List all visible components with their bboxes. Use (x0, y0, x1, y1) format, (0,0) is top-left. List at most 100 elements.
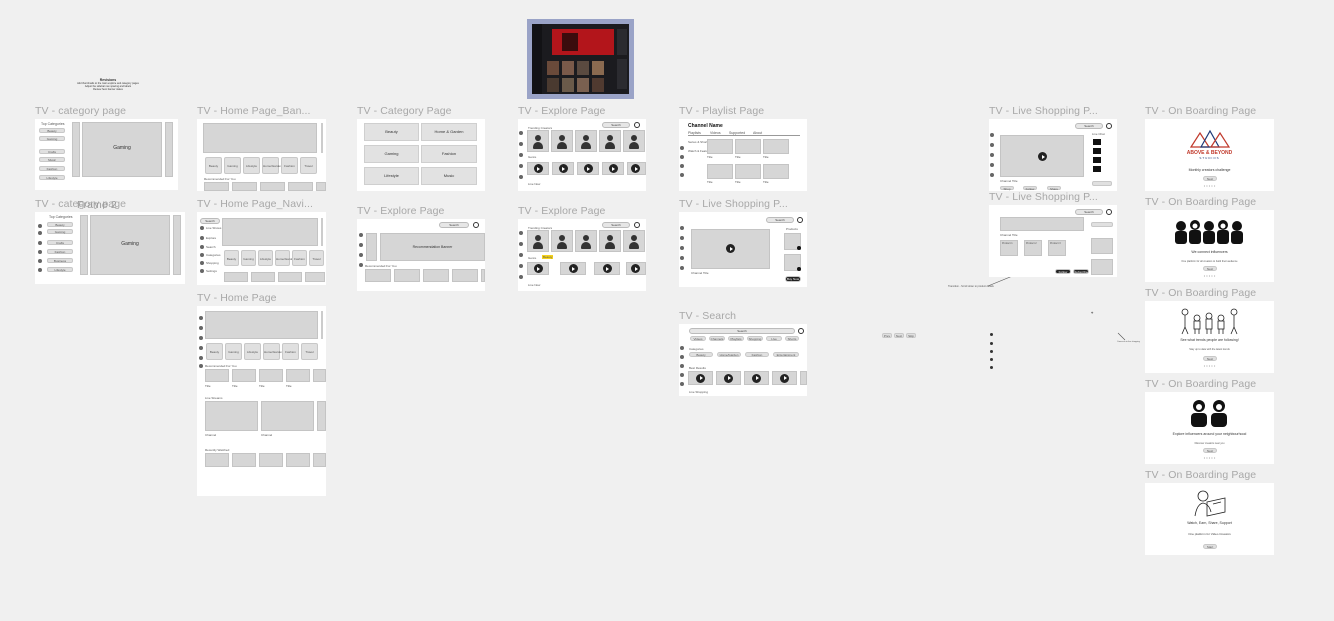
category-item[interactable]: Gaming (39, 136, 65, 141)
genre-tooltip[interactable]: Beauty (542, 255, 554, 259)
skip-button[interactable]: Skip (906, 333, 916, 338)
chip[interactable]: Beauty (206, 343, 223, 360)
chip[interactable]: Fashion (292, 250, 307, 266)
chip[interactable]: Beauty (224, 250, 239, 266)
chip[interactable]: Fashion (281, 157, 298, 174)
search-input[interactable]: Search (602, 122, 630, 128)
profile-avatar[interactable] (797, 217, 803, 223)
category-grid-frame[interactable]: Beauty Home & Garden Gaming Fashion Life… (357, 119, 485, 191)
onboarding-frame[interactable]: See what trends people are following! St… (1145, 301, 1274, 373)
search-input[interactable]: Search (766, 217, 794, 223)
buy-button[interactable]: Buy Now (785, 276, 801, 282)
side-item[interactable]: Series & Shorts (688, 140, 709, 144)
banner[interactable] (205, 311, 318, 339)
category-pill[interactable]: Fashion (745, 352, 769, 357)
category-item[interactable]: Fashion (47, 249, 73, 254)
category-item[interactable]: Music (39, 157, 65, 162)
explore-frame[interactable]: Search Recommendation Banner Recommended… (357, 219, 485, 291)
action-button[interactable]: Follow (1055, 269, 1071, 274)
chip[interactable]: Beauty (205, 157, 222, 174)
creator-card[interactable] (623, 230, 645, 252)
filter-chip[interactable]: Shopping (747, 336, 763, 341)
filter-chip[interactable]: Shorts (785, 336, 799, 341)
next-button[interactable]: Next (894, 333, 904, 338)
nav-menu-item[interactable]: Settings (206, 269, 217, 273)
play-icon[interactable] (1038, 152, 1047, 161)
nav-menu-item[interactable]: Shopping (206, 261, 219, 265)
chip[interactable]: Travel (301, 343, 318, 360)
search-input[interactable]: Search (439, 222, 469, 228)
search-input[interactable]: Search (1075, 209, 1103, 215)
category-item[interactable]: Gaming (47, 229, 73, 234)
search-input[interactable]: Search (602, 222, 630, 228)
tool-icon[interactable] (990, 350, 993, 353)
profile-avatar[interactable] (1106, 209, 1112, 215)
creator-card[interactable] (575, 230, 597, 252)
onboarding-frame[interactable]: Watch, Earn, Share, Support One platform… (1145, 483, 1274, 555)
search-input[interactable]: Search (1075, 123, 1103, 129)
category-pill[interactable]: Home/Garden (717, 352, 741, 357)
action-button[interactable]: Share (1047, 186, 1061, 191)
category-item[interactable]: Lifestyle (39, 175, 65, 180)
nav-menu-item[interactable]: Search (206, 245, 216, 249)
live-shopping-frame[interactable]: Search Live Chat Channel Title Shop Foll… (989, 119, 1117, 191)
next-button[interactable]: Next (1203, 356, 1217, 361)
action-button[interactable]: Shop (1000, 186, 1014, 191)
reference-screenshot[interactable] (527, 19, 634, 99)
next-button[interactable]: Next (1203, 448, 1217, 453)
live-shopping-frame[interactable]: Search Products Channel Title Buy Now (679, 212, 807, 287)
category-pill[interactable]: Beauty (689, 352, 713, 357)
filter-chip[interactable]: Playlists (728, 336, 744, 341)
banner[interactable] (222, 218, 318, 246)
chip[interactable]: Home/Garden (262, 157, 282, 174)
category-pill[interactable]: Entertainment (773, 352, 799, 357)
next-button[interactable]: Next (1203, 266, 1217, 271)
chip[interactable]: Lifestyle (243, 157, 260, 174)
action-button[interactable]: Subscribe (1073, 269, 1089, 274)
tool-icon[interactable] (990, 358, 993, 361)
banner[interactable] (203, 123, 317, 153)
creator-card[interactable] (599, 130, 621, 152)
tool-icon[interactable] (990, 366, 993, 369)
filter-chip[interactable]: Videos (690, 336, 706, 341)
chip[interactable]: Lifestyle (244, 343, 261, 360)
category-item[interactable]: Crafts (47, 240, 73, 245)
creator-card[interactable] (551, 130, 573, 152)
category-item[interactable]: Fashion (39, 166, 65, 171)
creator-card[interactable] (575, 130, 597, 152)
creator-card[interactable] (551, 230, 573, 252)
category-item[interactable]: Beauty (39, 128, 65, 133)
category-item[interactable]: Crafts (39, 149, 65, 154)
category-item[interactable]: Business (47, 258, 73, 263)
chip[interactable]: Gaming (225, 343, 242, 360)
chip[interactable]: Travel (300, 157, 317, 174)
filter-chip[interactable]: Channels (709, 336, 725, 341)
prev-button[interactable]: Prev (882, 333, 892, 338)
tool-icon[interactable] (990, 333, 993, 336)
explore-frame[interactable]: Search Trending Creators Genre Live Now (518, 119, 646, 191)
category-item[interactable]: Beauty (47, 222, 73, 227)
chip[interactable]: Fashion (282, 343, 299, 360)
creator-card[interactable] (527, 230, 549, 252)
video-player[interactable] (1000, 217, 1084, 231)
explore-frame[interactable]: Search Trending Creators Genre Beauty Li… (518, 219, 646, 291)
category-frame[interactable]: Top Categories Beauty Gaming Crafts Fash… (35, 212, 185, 284)
search-input[interactable]: Search (689, 328, 795, 334)
creator-card[interactable] (599, 230, 621, 252)
start-button[interactable]: Start (1203, 544, 1217, 549)
chip[interactable]: Gaming (224, 157, 241, 174)
nav-menu-item[interactable]: Explore (206, 236, 216, 240)
onboarding-frame[interactable]: We connect influencers One platform for … (1145, 210, 1274, 282)
category-item[interactable]: Lifestyle (47, 267, 73, 272)
chip[interactable]: Lifestyle (258, 250, 273, 266)
home-nav-frame[interactable]: Search Live Shows Explore Search Categor… (197, 212, 326, 285)
home-banner-frame[interactable]: Beauty Gaming Lifestyle Home/Garden Fash… (197, 119, 326, 191)
search-frame[interactable]: Search Videos Channels Playlists Shoppin… (679, 324, 807, 396)
chip[interactable]: Travel (309, 250, 324, 266)
profile-avatar[interactable] (634, 222, 640, 228)
home-frame[interactable]: Beauty Gaming Lifestyle Home/Garden Fash… (197, 306, 326, 496)
onboarding-frame[interactable]: Explore influencers around your neighbou… (1145, 392, 1274, 464)
action-button[interactable]: Follow (1023, 186, 1037, 191)
onboarding-frame[interactable]: ABOVE & BEYOND STUDIOS Monthly creators … (1145, 119, 1274, 191)
creator-card[interactable] (527, 130, 549, 152)
